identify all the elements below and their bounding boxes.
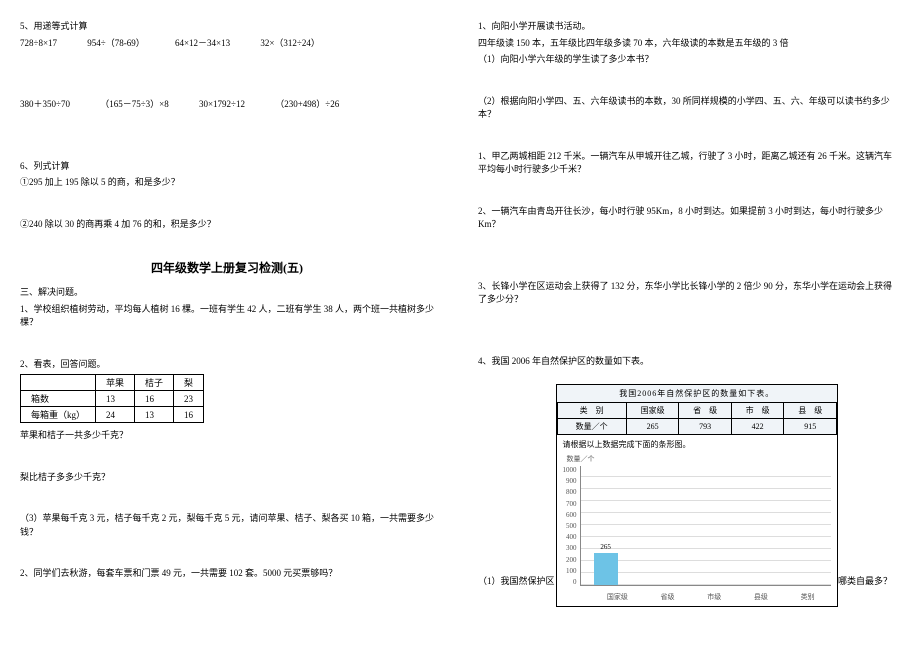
sec6-q1: ①295 加上 195 除以 5 的商，和是多少？ [20,176,434,190]
tick: 国家级 [607,592,628,602]
table-row: 苹果 桔子 梨 [21,375,204,391]
cell: 省 级 [679,403,732,419]
cell: 265 [626,419,679,435]
p1c: （1）向阳小学六年级的学生读了多少本书？ [478,53,892,67]
cell: 793 [679,419,732,435]
expr: （165－75÷3）×8 [100,98,169,112]
cell: 市 级 [731,403,784,419]
fruit-table: 苹果 桔子 梨 箱数 13 16 23 每箱重（kg） 24 13 16 [20,374,204,423]
cell: 梨 [174,375,204,391]
expr: 64×12－34×13 [175,37,230,51]
cell: 16 [135,391,174,407]
q2-title: 2、看表，回答问题。 [20,358,434,372]
p2: 1、甲乙两城相距 212 千米。一辆汽车从甲城开往乙城，行驶了 3 小时，距离乙… [478,150,892,177]
table-row: 箱数 13 16 23 [21,391,204,407]
bar: 265 [594,553,618,585]
plot: 265 [580,466,831,586]
right-column: 1、向阳小学开展读书活动。 四年级读 150 本，五年级比四年级多读 70 本，… [470,12,900,615]
expr: 954÷（78-69） [87,37,144,51]
cell: 915 [784,419,837,435]
expr-row-2: 380＋350÷70 （165－75÷3）×8 30×1792÷12 （230+… [20,98,434,112]
tick: 600 [563,511,577,519]
chart-note: 请根据以上数据完成下面的条形图。 [557,435,837,454]
p1b: 四年级读 150 本，五年级比四年级多读 70 本，六年级读的本数是五年级的 3… [478,37,892,51]
cell: 422 [731,419,784,435]
chart-table: 类 别 国家级 省 级 市 级 县 级 数量／个 265 793 422 915 [557,402,837,435]
sec5-title: 5、用递等式计算 [20,20,434,34]
plot-area: 1000 900 800 700 600 500 400 300 200 100… [557,466,837,590]
q2c: （3）苹果每千克 3 元，桔子每千克 2 元，梨每千克 5 元，请问苹果、桔子、… [20,512,434,539]
p4: 3、长锋小学在区运动会上获得了 132 分，东华小学比长锋小学的 2 倍少 90… [478,280,892,307]
cell: 13 [96,391,135,407]
cell: 国家级 [626,403,679,419]
tick: 900 [563,477,577,485]
table-row: 类 别 国家级 省 级 市 级 县 级 [557,403,836,419]
p3: 2、一辆汽车由青岛开往长沙，每小时行驶 95Km，8 小时到达。如果提前 3 小… [478,205,892,232]
cell: 数量／个 [557,419,626,435]
y-axis-label: 数量／个 [557,454,837,464]
q2b: 梨比桔子多多少千克？ [20,471,434,485]
expr: 30×1792÷12 [199,98,245,112]
tick: 500 [563,522,577,530]
tick: 类别 [801,592,815,602]
p1a: 1、向阳小学开展读书活动。 [478,20,892,34]
tick: 省级 [661,592,675,602]
cell [21,375,96,391]
cell: 苹果 [96,375,135,391]
tick: 800 [563,488,577,496]
q1: 1、学校组织植树劳动，平均每人植树 16 棵。一班有学生 42 人，二班有学生 … [20,303,434,330]
cell: 桔子 [135,375,174,391]
expr-row-1: 728÷8×17 954÷（78-69） 64×12－34×13 32×（312… [20,37,434,51]
cell: 23 [174,391,204,407]
tick: 县级 [754,592,768,602]
left-column: 5、用递等式计算 728÷8×17 954÷（78-69） 64×12－34×1… [12,12,442,592]
q4-right-text: 哪类自最多？ [838,574,892,607]
tick: 200 [563,556,577,564]
tick: 300 [563,544,577,552]
chart: 我国2006年自然保护区的数量如下表。 类 别 国家级 省 级 市 级 县 级 … [556,384,838,607]
expr: 728÷8×17 [20,37,57,51]
tick: 700 [563,500,577,508]
cell: 每箱重（kg） [21,407,96,423]
bar-value: 265 [594,543,618,551]
chart-title: 我国2006年自然保护区的数量如下表。 [557,385,837,402]
tick: 100 [563,567,577,575]
sec6-q2: ②240 除以 30 的商再乘 4 加 76 的和，积是多少？ [20,218,434,232]
sec6-title: 6、列式计算 [20,160,434,174]
sec3-title: 三、解决问题。 [20,286,434,300]
cell: 箱数 [21,391,96,407]
expr: （230+498）÷26 [275,98,339,112]
q2a: 苹果和桔子一共多少千克？ [20,429,434,443]
cell: 县 级 [784,403,837,419]
expr: 380＋350÷70 [20,98,70,112]
q4-wrap: （1）我国然保护区 我国2006年自然保护区的数量如下表。 类 别 国家级 省 … [478,378,892,607]
tick: 0 [563,578,577,586]
cell: 16 [174,407,204,423]
tick: 400 [563,533,577,541]
tick: 市级 [707,592,721,602]
table-row: 每箱重（kg） 24 13 16 [21,407,204,423]
bar-slot: 265 [589,553,623,585]
page-title: 四年级数学上册复习检测(五) [20,259,434,276]
cell: 类 别 [557,403,626,419]
y-axis: 1000 900 800 700 600 500 400 300 200 100… [563,466,577,586]
x-axis: 国家级 省级 市级 县级 类别 [557,590,837,606]
table-row: 数量／个 265 793 422 915 [557,419,836,435]
p5: 4、我国 2006 年自然保护区的数量如下表。 [478,355,892,369]
expr: 32×（312÷24） [260,37,320,51]
cell: 24 [96,407,135,423]
cell: 13 [135,407,174,423]
q4-left-text: （1）我国然保护区 [478,574,555,607]
q3: 2、同学们去秋游，每套车票和门票 49 元，一共需要 102 套。5000 元买… [20,567,434,581]
tick: 1000 [563,466,577,474]
p1d: （2）根据向阳小学四、五、六年级读书的本数，30 所同样规模的小学四、五、六、年… [478,95,892,122]
